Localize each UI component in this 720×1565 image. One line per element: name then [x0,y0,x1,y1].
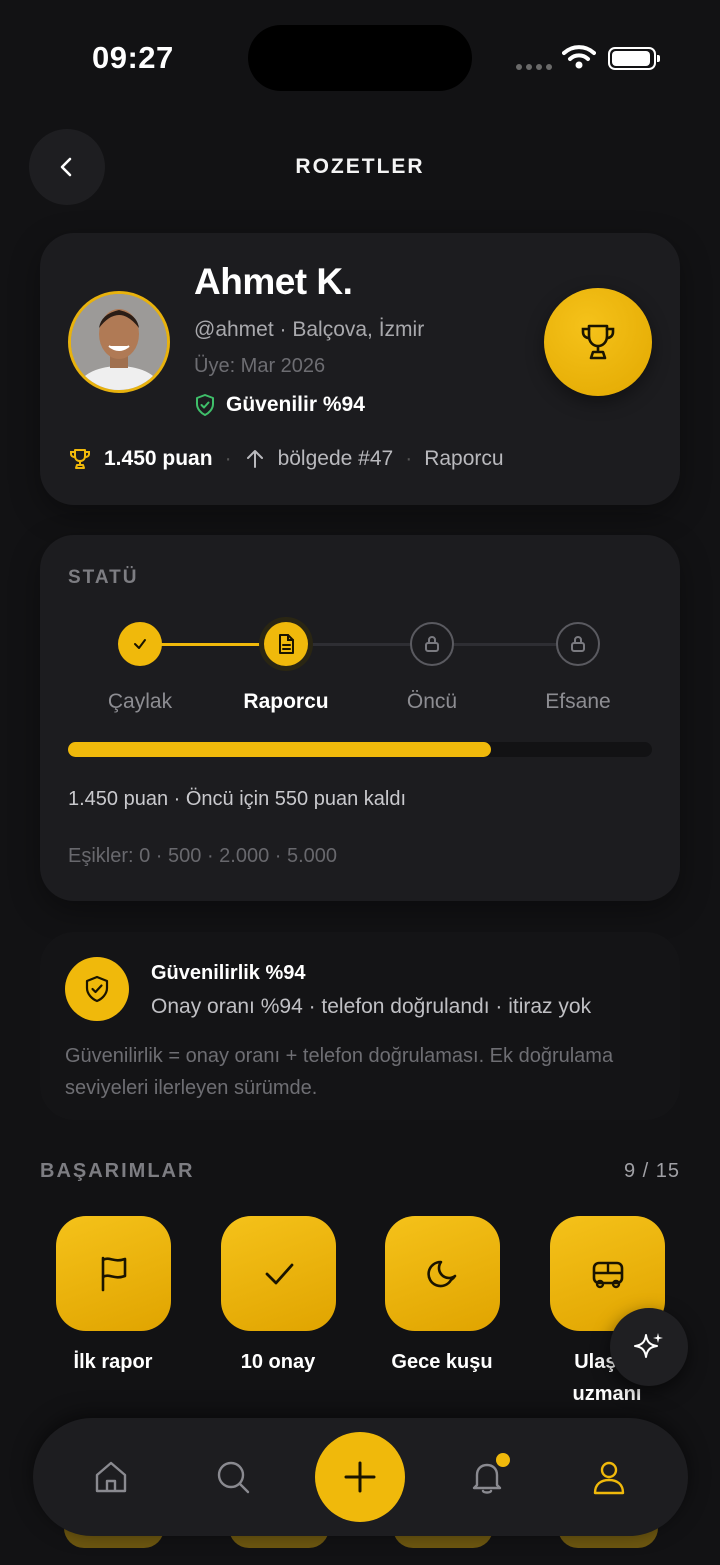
progress-text: 1.450 puan · Öncü için 550 puan kaldı [68,788,407,810]
reliability-icon-badge [65,957,129,1021]
step-efsane [556,622,600,666]
step-label-oncu: Öncü [406,690,458,713]
reliability-card: Güvenilirlik %94 Onay oranı %94 · telefo… [40,932,680,1120]
achievement-label: İlk rapor [73,1351,153,1373]
reliability-subtitle: Onay oranı %94 · telefon doğrulandı · it… [151,995,592,1018]
check-icon [265,1263,293,1284]
user-icon [593,1461,625,1495]
status-card: STATÜ Çaylak Raporcu Öncü Efsane 1.450 p… [40,535,680,901]
lock-icon [425,635,439,652]
trophy-button[interactable] [544,288,652,396]
reliability-title: Güvenilirlik %94 [151,962,306,984]
cellular-signal-icon [516,64,552,70]
shield-check-icon [196,394,214,416]
profile-name: Ahmet K. [194,261,353,302]
plus-icon [344,1461,376,1493]
tab-home[interactable] [87,1453,135,1501]
status-section-label: STATÜ [68,567,139,588]
achievements-count: 9 / 15 [623,1160,680,1182]
document-icon [279,634,294,654]
sparkle-button[interactable] [610,1308,688,1386]
achievement-10-onay[interactable] [221,1216,336,1331]
home-icon [95,1461,127,1493]
trophy-small-icon [70,449,90,469]
step-caylak [118,622,162,666]
status-bar: 09:27 [0,0,720,110]
add-report-button[interactable] [315,1432,405,1522]
wifi-icon [562,45,596,69]
points-progress-bar [68,742,652,757]
lock-icon [571,635,585,652]
page-title: ROZETLER [295,155,425,178]
bus-icon [592,1261,623,1288]
step-label-caylak: Çaylak [107,690,173,713]
achievement-ilk-rapor[interactable] [56,1216,171,1331]
points-text: 1.450 puan [104,447,213,470]
flag-icon [101,1256,126,1291]
level-text: Raporcu [424,447,504,470]
trust-text: Güvenilir %94 [226,393,365,416]
tab-search[interactable] [209,1453,257,1501]
achievement-label: 10 onay [240,1351,316,1373]
moon-icon [426,1260,456,1287]
shield-check-icon [85,975,109,1003]
step-oncu [410,622,454,666]
achievements-section-label: BAŞARIMLAR [40,1160,195,1182]
profile-handle-location: @ahmet · Balçova, İzmir [194,318,425,341]
check-icon [134,639,146,649]
region-rank: bölgede #47 [277,447,394,470]
points-progress-fill [68,742,492,757]
sparkle-icon [634,1333,663,1358]
reliability-note: Güvenilirlik = onay oranı + telefon doğr… [65,1045,614,1099]
step-raporcu [264,622,308,666]
bottom-tab-bar [33,1418,688,1536]
dynamic-island [248,25,472,91]
notification-dot [496,1453,510,1467]
status-time: 09:27 [92,40,174,75]
achievement-label: Gece kuşu [391,1351,493,1373]
avatar-image [71,294,167,390]
tab-profile[interactable] [585,1453,633,1501]
thresholds-text: Eşikler: 0 · 500 · 2.000 · 5.000 [68,845,338,867]
avatar[interactable] [68,291,170,393]
member-since: Üye: Mar 2026 [194,355,326,377]
search-icon [217,1461,250,1494]
trophy-icon [581,324,615,360]
profile-card: Ahmet K. @ahmet · Balçova, İzmir Üye: Ma… [40,233,680,505]
step-label-raporcu: Raporcu [243,690,329,713]
profile-stats: 1.450 puan · bölgede #47 · Raporcu [68,447,504,471]
battery-icon [608,47,660,70]
arrow-up-icon [246,450,263,468]
step-label-efsane: Efsane [545,690,611,713]
trust-badge: Güvenilir %94 [194,393,365,417]
achievement-gece-kusu[interactable] [385,1216,500,1331]
